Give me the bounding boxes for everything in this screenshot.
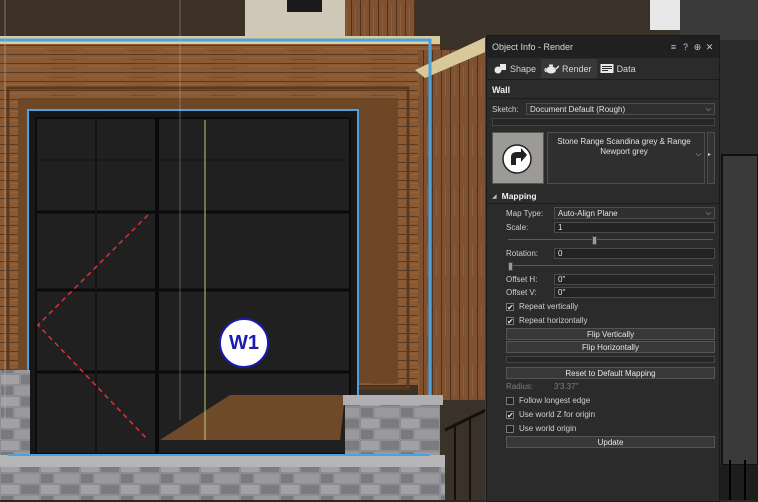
scale-row: Scale: 1 (506, 222, 715, 233)
radius-value: 3'3.37" (554, 382, 579, 391)
map-type-row: Map Type: Auto-Align Plane ⌵ (506, 207, 715, 219)
flip-horizontally-button[interactable]: Flip Horizontally (506, 341, 715, 353)
data-icon (600, 64, 614, 73)
collapse-triangle-icon: ◢ (492, 193, 497, 200)
map-type-value: Auto-Align Plane (558, 209, 618, 218)
repeat-horizontally-checkbox[interactable]: ✔ (506, 316, 514, 325)
chevron-down-icon: ⌵ (705, 210, 711, 217)
use-world-z-checkbox[interactable]: ✔ (506, 410, 514, 419)
repeat-vertically-label: Repeat vertically (519, 302, 579, 311)
divider (489, 98, 717, 99)
offset-h-label: Offset H: (506, 275, 538, 284)
window-tag-label: W1 (229, 331, 259, 354)
sketch-select[interactable]: Document Default (Rough) ⌵ (526, 103, 715, 115)
map-type-label: Map Type: (506, 208, 544, 218)
texture-name: Stone Range Scandina grey & Range Newpor… (557, 137, 691, 156)
offset-h-input[interactable]: 0" (554, 274, 715, 285)
use-world-origin-label: Use world origin (519, 424, 577, 433)
use-world-z-label: Use world Z for origin (519, 410, 596, 419)
tab-render-label: Render (562, 63, 592, 74)
follow-longest-edge-checkbox[interactable] (506, 396, 514, 405)
sketch-spacer (492, 118, 715, 126)
follow-longest-edge-label: Follow longest edge (519, 396, 591, 405)
scale-slider[interactable] (508, 236, 713, 245)
mapping-spacer (506, 356, 715, 363)
reset-mapping-button[interactable]: Reset to Default Mapping (506, 367, 715, 379)
tab-data-label: Data (616, 63, 636, 74)
sketch-select-value: Document Default (Rough) (530, 105, 626, 114)
object-type-heading: Wall (492, 85, 511, 95)
rotation-input[interactable]: 0 (554, 248, 715, 259)
pin-icon[interactable]: ⊕ (692, 41, 703, 53)
texture-side-button[interactable]: ▸ (707, 132, 715, 184)
panel-tabs: Shape Render Data (487, 58, 719, 80)
repeat-horizontally-row[interactable]: ✔ Repeat horizontally (506, 316, 715, 325)
use-world-origin-checkbox[interactable] (506, 424, 514, 433)
mapping-label: Mapping (501, 191, 537, 201)
panel-title: Object Info - Render (492, 42, 574, 52)
mapping-section: Map Type: Auto-Align Plane ⌵ Scale: 1 Ro… (487, 204, 719, 448)
offset-v-row: Offset V: 0" (506, 287, 715, 298)
sketch-label: Sketch: (492, 104, 519, 114)
rotation-row: Rotation: 0 (506, 248, 715, 259)
repeat-vertically-row[interactable]: ✔ Repeat vertically (506, 302, 715, 311)
texture-row: Stone Range Scandina grey & Range Newpor… (487, 132, 719, 184)
texture-chevron-icon: ⌵ (695, 151, 701, 158)
chevron-right-icon: ▸ (708, 152, 712, 158)
repeat-horizontally-label: Repeat horizontally (519, 316, 588, 325)
object-info-panel: Object Info - Render ≡ ? ⊕ ✕ Shape Rende… (486, 35, 720, 502)
rotation-label: Rotation: (506, 249, 539, 258)
offset-v-input[interactable]: 0" (554, 287, 715, 298)
tab-shape[interactable]: Shape (491, 59, 541, 78)
offset-v-label: Offset V: (506, 288, 537, 297)
scale-label: Scale: (506, 223, 529, 232)
follow-longest-edge-row[interactable]: Follow longest edge (506, 396, 715, 405)
panel-titlebar[interactable]: Object Info - Render ≡ ? ⊕ ✕ (487, 36, 719, 58)
help-icon[interactable]: ? (680, 41, 691, 53)
texture-thumbnail[interactable] (492, 132, 544, 184)
mapping-header[interactable]: ◢ Mapping (487, 186, 719, 204)
rotation-slider-thumb[interactable] (508, 262, 513, 271)
chevron-down-icon: ⌵ (705, 106, 711, 113)
menu-icon[interactable]: ≡ (668, 41, 679, 53)
rotation-slider[interactable] (508, 262, 713, 271)
radius-label: Radius: (506, 382, 534, 391)
use-world-origin-row[interactable]: Use world origin (506, 424, 715, 433)
repeat-vertically-checkbox[interactable]: ✔ (506, 302, 514, 311)
flip-vertically-button[interactable]: Flip Vertically (506, 328, 715, 340)
texture-name-box[interactable]: Stone Range Scandina grey & Range Newpor… (547, 132, 705, 184)
close-icon[interactable]: ✕ (704, 41, 715, 53)
teapot-icon (544, 64, 560, 74)
tab-render[interactable]: Render (541, 59, 597, 78)
update-button[interactable]: Update (506, 436, 715, 448)
offset-h-row: Offset H: 0" (506, 274, 715, 285)
window-tag[interactable]: W1 (219, 318, 269, 368)
tab-data[interactable]: Data (597, 59, 641, 78)
shape-icon (494, 64, 506, 74)
use-world-z-row[interactable]: ✔ Use world Z for origin (506, 410, 715, 419)
tab-shape-label: Shape (510, 63, 537, 74)
radius-row: Radius: 3'3.37" (506, 382, 715, 391)
texture-arrow-icon (502, 144, 532, 174)
scale-input[interactable]: 1 (554, 222, 715, 233)
map-type-select[interactable]: Auto-Align Plane ⌵ (554, 207, 715, 219)
sketch-row: Sketch: Document Default (Rough) ⌵ (487, 103, 719, 115)
scale-slider-thumb[interactable] (592, 236, 598, 245)
